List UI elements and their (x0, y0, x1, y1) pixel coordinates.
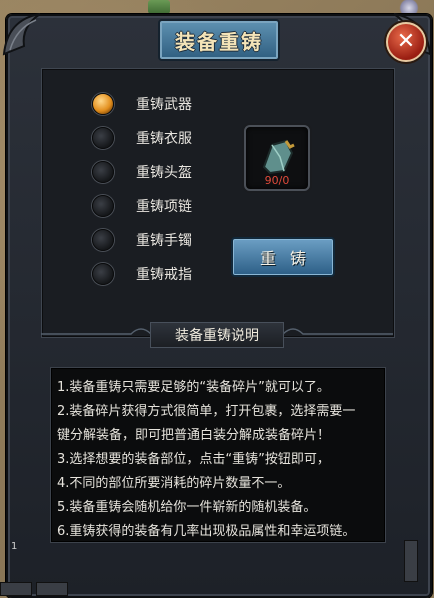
title-banner: 装备重铸 (158, 19, 280, 61)
radio-icon[interactable] (92, 229, 114, 251)
description-line: 6.重铸获得的装备有几率出现极品属性和幸运项链。 (57, 524, 356, 539)
panel-horn-left (2, 13, 41, 56)
option-label: 重铸项链 (136, 199, 192, 215)
radio-icon[interactable] (92, 195, 114, 217)
description-line: 1.装备重铸只需要足够的“装备碎片”就可以了。 (57, 380, 330, 395)
description-line: 3.选择想要的装备部位，点击“重铸”按钮即可， (57, 452, 330, 467)
description-line: 5.装备重铸会随机给你一件崭新的随机装备。 (57, 500, 317, 515)
option-bracelet[interactable]: 重铸手镯 (92, 227, 192, 253)
option-ring[interactable]: 重铸戒指 (92, 261, 192, 287)
page-marker: 1 (11, 541, 18, 552)
option-label: 重铸戒指 (136, 267, 192, 283)
option-necklace[interactable]: 重铸项链 (92, 193, 192, 219)
option-weapon[interactable]: 重铸武器 (92, 91, 192, 117)
option-helmet[interactable]: 重铸头盔 (92, 159, 192, 185)
fragment-count: 90/0 (264, 174, 290, 187)
close-icon: ✕ (396, 29, 416, 54)
section-title: 装备重铸说明 (175, 328, 259, 344)
description-line: 2.装备碎片获得方式很简单，打开包裹，选择需要一 (57, 404, 356, 419)
recast-button[interactable]: 重铸 (231, 237, 335, 277)
option-armor[interactable]: 重铸衣服 (92, 125, 192, 151)
option-label: 重铸手镯 (136, 233, 192, 249)
radio-icon[interactable] (92, 263, 114, 285)
option-label: 重铸头盔 (136, 165, 192, 181)
description-line: 键分解装备，即可把普通白装分解成装备碎片！ (57, 428, 331, 443)
window-title: 装备重铸 (175, 29, 263, 54)
close-button[interactable]: ✕ (386, 22, 426, 62)
bottom-right-frame (404, 540, 418, 582)
background-character (148, 0, 170, 14)
radio-icon[interactable] (92, 127, 114, 149)
radio-icon[interactable] (92, 161, 114, 183)
option-label: 重铸武器 (136, 97, 192, 113)
option-label: 重铸衣服 (136, 131, 192, 147)
description-line: 4.不同的部位所要消耗的碎片数量不一。 (57, 476, 291, 491)
section-title-bar: 装备重铸说明 (150, 322, 284, 348)
radio-selected-icon[interactable] (92, 93, 114, 115)
recast-button-label: 重铸 (259, 249, 320, 268)
description-box: 1.装备重铸只需要足够的“装备碎片”就可以了。 2.装备碎片获得方式很简单，打开… (50, 367, 386, 543)
